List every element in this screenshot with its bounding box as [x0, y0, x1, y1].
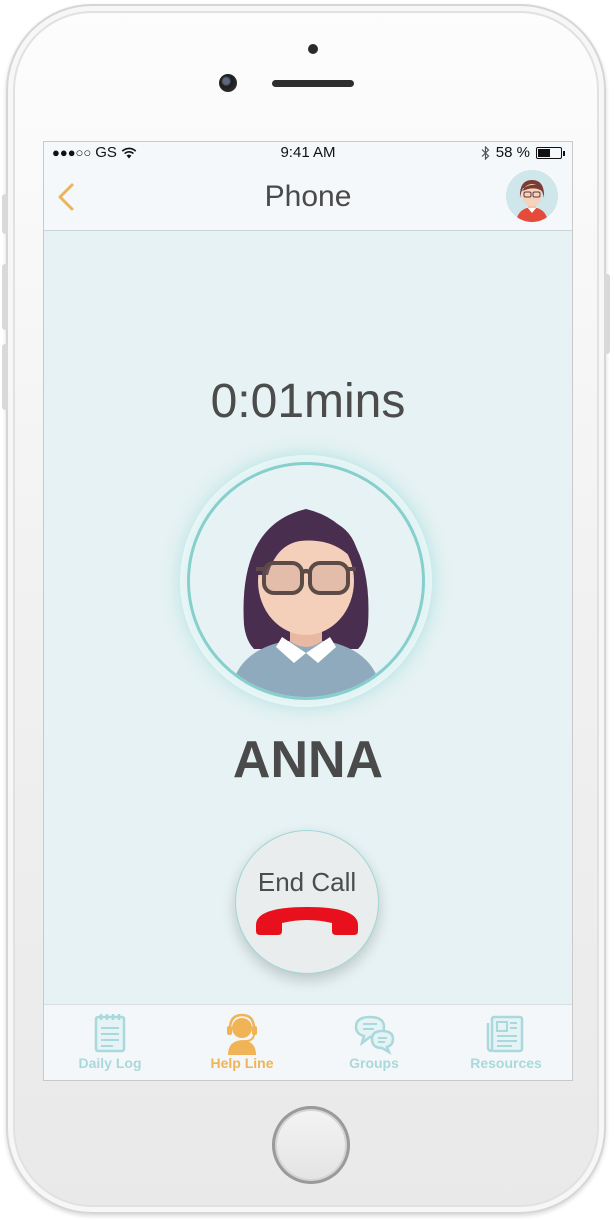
- navigation-bar: Phone: [44, 164, 572, 231]
- avatar-illustration: [506, 170, 558, 222]
- proximity-sensor: [308, 44, 318, 54]
- home-button[interactable]: [272, 1106, 350, 1184]
- tab-bar: Daily Log Help Line Groups Resources: [44, 1004, 572, 1080]
- front-camera: [219, 74, 237, 92]
- tab-groups[interactable]: Groups: [308, 1005, 440, 1080]
- phone-hangup-icon: [256, 907, 358, 935]
- page-title: Phone: [264, 180, 352, 213]
- tab-resources[interactable]: Resources: [440, 1005, 572, 1080]
- caller-name: ANNA: [232, 731, 384, 789]
- profile-avatar[interactable]: [506, 170, 558, 222]
- newspaper-icon: [486, 1015, 524, 1053]
- chat-bubbles-icon: [354, 1015, 395, 1055]
- battery-tip: [563, 150, 565, 156]
- end-call-label: End Call: [257, 867, 357, 897]
- bluetooth-icon: [481, 145, 490, 160]
- battery-icon: [536, 146, 565, 159]
- caller-avatar: [187, 462, 425, 700]
- tab-label: Daily Log: [78, 1055, 142, 1071]
- caller-illustration: [230, 509, 382, 697]
- notepad-icon: [94, 1014, 126, 1053]
- power-button: [604, 274, 610, 354]
- tab-label: Resources: [470, 1055, 542, 1071]
- tab-help-line[interactable]: Help Line: [176, 1005, 308, 1080]
- tab-daily-log[interactable]: Daily Log: [44, 1005, 176, 1080]
- side-button: [2, 194, 8, 234]
- end-call-button[interactable]: End Call: [235, 830, 379, 974]
- status-bar: ●●●○○ GS 9:41 AM 58 %: [44, 142, 572, 164]
- headset-agent-icon: [227, 1013, 257, 1055]
- earpiece-speaker: [272, 80, 354, 87]
- battery-percent: 58 %: [495, 144, 530, 161]
- tab-label: Groups: [349, 1055, 399, 1071]
- volume-up-button: [2, 264, 8, 330]
- battery-level: [538, 148, 550, 157]
- tab-label: Help Line: [210, 1055, 274, 1071]
- call-timer: 0:01mins: [210, 375, 406, 428]
- status-right: 58 %: [481, 144, 565, 161]
- volume-down-button: [2, 344, 8, 410]
- screen: ●●●○○ GS 9:41 AM 58 % Phone 0:01mins ANN…: [43, 141, 573, 1081]
